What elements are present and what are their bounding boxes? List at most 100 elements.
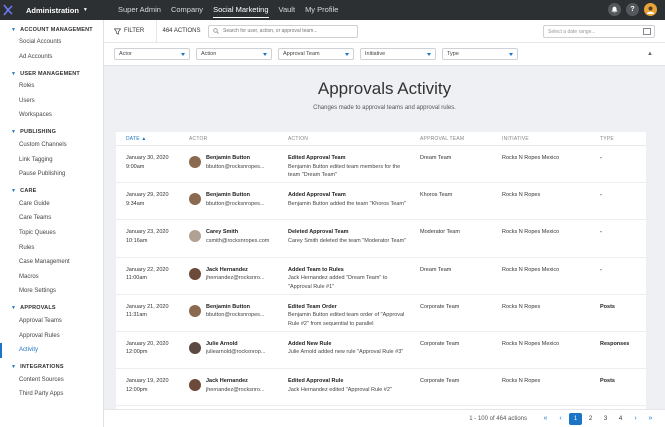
main-content: FILTER 464 ACTIONS Select a date range..… (104, 20, 665, 427)
table-row[interactable]: January 21, 2020 11:31am Benjamin Button bb… (116, 295, 646, 332)
dropdown-arrow-icon (427, 53, 431, 56)
table-row[interactable]: January 22, 2020 11:00am Jack Hernandez jhe… (116, 258, 646, 295)
sidebar-item-users[interactable]: Users (0, 94, 103, 109)
sidebar-item-more-settings[interactable]: More Settings (0, 284, 103, 299)
time: 9:00am (126, 163, 145, 170)
search-input[interactable] (223, 28, 353, 34)
sidebar-section-header[interactable]: ▼ INTEGRATIONS (0, 362, 103, 373)
page-button-2[interactable]: 2 (584, 413, 597, 425)
calendar-icon (643, 28, 651, 35)
approval-team-select[interactable]: Approval Team (278, 48, 354, 60)
funnel-icon (114, 28, 121, 35)
sidebar-section-header[interactable]: ▼ CARE (0, 186, 103, 197)
logo-icon[interactable] (0, 0, 16, 20)
sidebar-item-case-management[interactable]: Case Management (0, 255, 103, 270)
sidebar-item-care-teams[interactable]: Care Teams (0, 211, 103, 226)
action-title: Added Approval Team (288, 192, 346, 199)
action-select-label: Action (201, 51, 217, 57)
action-detail: Jack Hernandez edited "Approval Rule #2" (288, 386, 392, 393)
sidebar-item-care-guide[interactable]: Care Guide (0, 197, 103, 212)
chevron-down-icon: ▼ (11, 188, 17, 195)
time: 11:00am (126, 275, 147, 282)
sidebar-item-workspaces[interactable]: Workspaces (0, 108, 103, 123)
sidebar-item-link-tagging[interactable]: Link Tagging (0, 153, 103, 168)
page-button-4[interactable]: 4 (614, 413, 627, 425)
help-icon[interactable]: ? (626, 3, 639, 16)
sidebar-item-activity[interactable]: Activity (0, 343, 103, 358)
type-cell: - (600, 155, 602, 161)
action-title: Added Team to Rules (288, 266, 344, 273)
date-range-picker[interactable]: Select a date range... (543, 25, 655, 38)
sidebar-item-social-accounts[interactable]: Social Accounts (0, 35, 103, 50)
action-select[interactable]: Action (196, 48, 272, 60)
sidebar-section-header[interactable]: ▼ PUBLISHING (0, 127, 103, 138)
action-cell: Edited Approval Team Benjamin Button edit… (278, 154, 410, 182)
nav-social-marketing[interactable]: Social Marketing (213, 2, 269, 18)
initiative-select[interactable]: Initiative (360, 48, 436, 60)
filter-toggle[interactable]: FILTER (104, 28, 156, 35)
sidebar-section-header[interactable]: ▼ APPROVALS (0, 303, 103, 314)
actor-select[interactable]: Actor (114, 48, 190, 60)
nav-vault[interactable]: Vault (279, 2, 296, 18)
search-icon (213, 28, 219, 34)
first-page-button[interactable]: « (539, 413, 552, 425)
actor-name: Carey Smith (206, 229, 239, 236)
actor-cell: Jack Hernandez jhernandez@rocksnro... (178, 377, 278, 405)
actor-name: Jack Hernandez (206, 266, 248, 273)
sidebar-item-approval-rules[interactable]: Approval Rules (0, 329, 103, 344)
header-date[interactable]: DATE ▲ (116, 136, 178, 142)
sort-asc-icon: ▲ (141, 135, 147, 142)
sidebar-item-roles[interactable]: Roles (0, 79, 103, 94)
nav-company[interactable]: Company (171, 2, 203, 18)
sidebar-item-rules[interactable]: Rules (0, 241, 103, 256)
approval-team-cell: Dream Team (420, 266, 452, 273)
prev-page-button[interactable]: ‹ (554, 413, 567, 425)
sidebar-section-header[interactable]: ▼ USER MANAGEMENT (0, 68, 103, 79)
type-select[interactable]: Type (442, 48, 518, 60)
user-avatar[interactable] (644, 3, 657, 16)
sidebar-item-approval-teams[interactable]: Approval Teams (0, 314, 103, 329)
header-date-label: DATE (126, 135, 140, 142)
sidebar: ▼ ACCOUNT MANAGEMENT Social Accounts Ad Acc… (0, 20, 104, 427)
type-cell: - (600, 266, 602, 273)
sidebar-item-custom-channels[interactable]: Custom Channels (0, 138, 103, 153)
next-page-button[interactable]: › (629, 413, 642, 425)
actor-avatar (189, 230, 201, 243)
action-detail: Julie Arnold added new rule "Approval Ru… (288, 349, 404, 356)
page-button-1[interactable]: 1 (569, 412, 582, 425)
table-row[interactable]: January 29, 2020 9:34am Benjamin Button bbu… (116, 183, 646, 221)
action-cell: Added New Rule Julie Arnold added new rul… (278, 340, 410, 368)
search-box[interactable] (208, 24, 358, 38)
sidebar-item-topic-queues[interactable]: Topic Queues (0, 226, 103, 241)
last-page-button[interactable]: » (644, 413, 657, 425)
nav-my-profile[interactable]: My Profile (305, 2, 338, 18)
notifications-bell-icon[interactable] (608, 3, 621, 16)
action-cell: Deleted Approval Team Carey Smith deleted… (278, 228, 410, 256)
action-title: Added New Rule (288, 340, 332, 347)
action-count: 464 ACTIONS (156, 20, 206, 43)
page-button-3[interactable]: 3 (599, 413, 612, 425)
nav-super-admin[interactable]: Super Admin (118, 2, 161, 18)
table-row[interactable]: January 19, 2020 12:00pm Jack Hernandez jhe… (116, 369, 646, 407)
approval-team-cell: Moderator Team (420, 229, 460, 236)
filter-label: FILTER (124, 28, 145, 34)
initiative-select-label: Initiative (365, 51, 386, 57)
sidebar-item-third-party-apps[interactable]: Third Party Apps (0, 387, 103, 402)
app-switcher[interactable]: Administration ▼ (26, 6, 102, 15)
sidebar-item-pause-publishing[interactable]: Pause Publishing (0, 167, 103, 182)
initiative-cell: Rocks N Ropes Mexico (502, 340, 560, 347)
sidebar-item-ad-accounts[interactable]: Ad Accounts (0, 50, 103, 65)
action-detail: Carey Smith deleted the team "Moderator … (288, 237, 407, 244)
date: January 29, 2020 (126, 192, 169, 199)
collapse-filters-icon[interactable]: ▲ (647, 51, 653, 57)
app-name: Administration (26, 5, 79, 15)
table-row[interactable]: January 23, 2020 10:16am Carey Smith csmith… (116, 220, 646, 258)
sidebar-item-content-sources[interactable]: Content Sources (0, 373, 103, 388)
table-row[interactable]: January 20, 2020 12:00pm Julie Arnold julie… (116, 332, 646, 370)
chevron-down-icon: ▼ (11, 129, 17, 136)
date-cell: January 23, 2020 10:16am (116, 228, 178, 256)
sidebar-section-header[interactable]: ▼ ACCOUNT MANAGEMENT (0, 24, 103, 35)
table-row[interactable]: January 30, 2020 9:00am Benjamin Button bbu… (116, 146, 646, 184)
sidebar-item-macros[interactable]: Macros (0, 270, 103, 285)
date: January 21, 2020 (126, 303, 169, 310)
